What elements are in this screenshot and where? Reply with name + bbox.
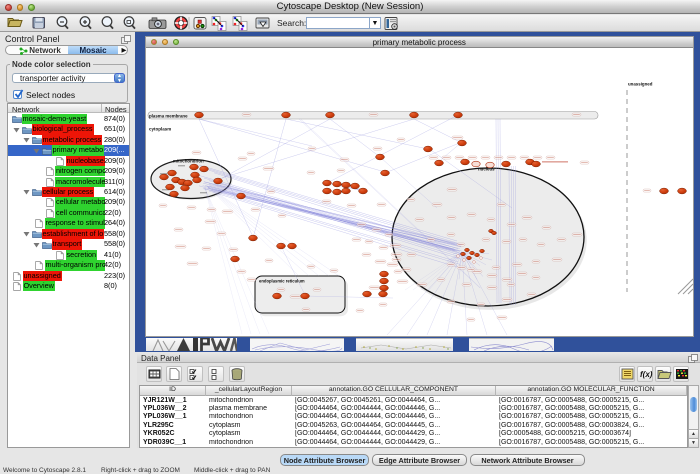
svg-text:plasma membrane: plasma membrane bbox=[149, 113, 188, 118]
svg-text:f(x): f(x) bbox=[640, 370, 653, 379]
svg-text:mitochondrion: mitochondrion bbox=[173, 159, 204, 164]
svg-text:endoplasmic reticulum: endoplasmic reticulum bbox=[259, 279, 305, 284]
svg-text:nucleus: nucleus bbox=[478, 167, 495, 172]
svg-text:cytoplasm: cytoplasm bbox=[149, 127, 171, 132]
svg-text:unassigned: unassigned bbox=[628, 82, 653, 87]
